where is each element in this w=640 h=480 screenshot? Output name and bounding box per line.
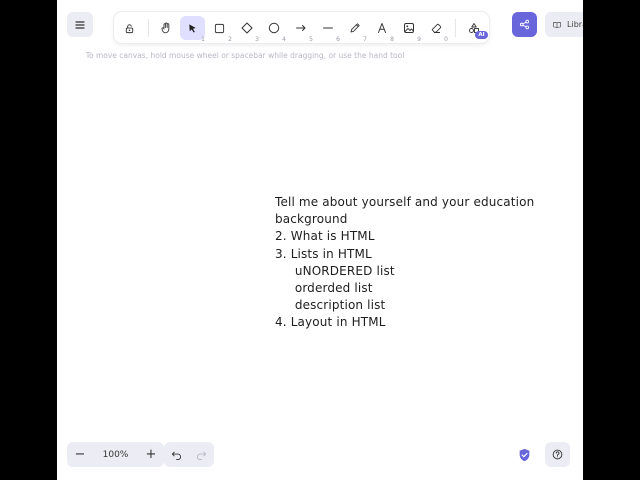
share-icon: [519, 19, 530, 30]
help-button[interactable]: [545, 442, 570, 467]
selection-icon: [189, 23, 196, 33]
redo-icon: [196, 451, 207, 460]
pencil-icon: [350, 23, 360, 33]
shortcut-number: 9: [417, 36, 421, 43]
text-line: background: [275, 212, 348, 227]
image-tool-button[interactable]: 9: [396, 16, 421, 43]
hamburger-icon: [75, 20, 85, 29]
shortcut-number: 1: [201, 36, 205, 43]
shortcut-number: 8: [390, 36, 394, 43]
help-icon: [552, 449, 563, 460]
line-icon: [322, 27, 333, 29]
text-line: 3. Lists in HTML: [275, 246, 372, 261]
undo-icon: [171, 451, 182, 460]
rectangle-tool-button[interactable]: 2: [207, 16, 232, 43]
text-line: description list: [275, 298, 386, 313]
ellipse-tool-button[interactable]: 4: [261, 16, 286, 43]
shortcut-number: 6: [336, 36, 340, 43]
toolbar-divider: [148, 19, 149, 37]
ellipse-icon: [268, 22, 279, 34]
diamond-icon: [241, 22, 252, 34]
shortcut-number: 4: [282, 36, 286, 43]
arrow-tool-button[interactable]: 5: [288, 16, 313, 43]
diamond-tool-button[interactable]: 3: [234, 16, 259, 43]
shapes-toolbar: 1 2 3 4 5 6 7 8 9 0 AI: [114, 12, 489, 43]
lock-icon: [125, 23, 134, 33]
zoom-controls: − 100% +: [67, 442, 164, 467]
text-line: 4. Layout in HTML: [275, 315, 386, 330]
canvas-hint: To move canvas, hold mouse wheel or spac…: [57, 51, 433, 60]
lock-tool-button[interactable]: [117, 16, 142, 40]
text-tool-button[interactable]: 8: [369, 16, 394, 43]
eraser-icon: [431, 23, 441, 33]
eraser-tool-button[interactable]: 0: [423, 16, 448, 43]
shortcut-number: 5: [309, 36, 313, 43]
zoom-out-button[interactable]: −: [67, 442, 93, 467]
zoom-level[interactable]: 100%: [93, 450, 138, 460]
hand-tool-button[interactable]: [153, 16, 178, 40]
ai-badge: AI: [475, 31, 488, 39]
text-line: Tell me about yourself and your educatio…: [275, 195, 535, 209]
image-icon: [403, 23, 414, 33]
main-menu-button[interactable]: [67, 12, 93, 37]
drawing-canvas[interactable]: 1 2 3 4 5 6 7 8 9 0 AI Libr To move canv…: [57, 0, 583, 480]
history-controls: [164, 442, 214, 467]
text-element[interactable]: Tell me about yourself and your educatio…: [275, 194, 534, 332]
text-line: orderded list: [275, 281, 373, 296]
line-tool-button[interactable]: 6: [315, 16, 340, 43]
library-button[interactable]: Library: [545, 12, 583, 37]
text-icon: [377, 23, 386, 33]
toolbar-divider: [455, 19, 456, 37]
pencil-tool-button[interactable]: 7: [342, 16, 367, 43]
share-button[interactable]: [512, 12, 537, 37]
redo-button[interactable]: [189, 442, 214, 467]
shortcut-number: 2: [228, 36, 232, 43]
rectangle-icon: [214, 23, 225, 33]
shortcut-number: 3: [255, 36, 259, 43]
text-line: uNORDERED list: [275, 263, 395, 278]
arrow-icon: [295, 25, 305, 31]
book-icon: [553, 21, 561, 28]
selection-tool-button[interactable]: 1: [180, 16, 205, 43]
undo-button[interactable]: [164, 442, 189, 467]
hand-icon: [161, 22, 169, 34]
text-line: 2. What is HTML: [275, 229, 375, 244]
zoom-in-button[interactable]: +: [138, 442, 164, 467]
shortcut-number: 7: [363, 36, 367, 43]
encryption-indicator[interactable]: [515, 446, 533, 464]
shield-check-icon: [519, 448, 529, 462]
library-label: Library: [567, 20, 583, 29]
canvas-hint-text: To move canvas, hold mouse wheel or spac…: [85, 51, 405, 60]
shortcut-number: 0: [444, 36, 448, 43]
